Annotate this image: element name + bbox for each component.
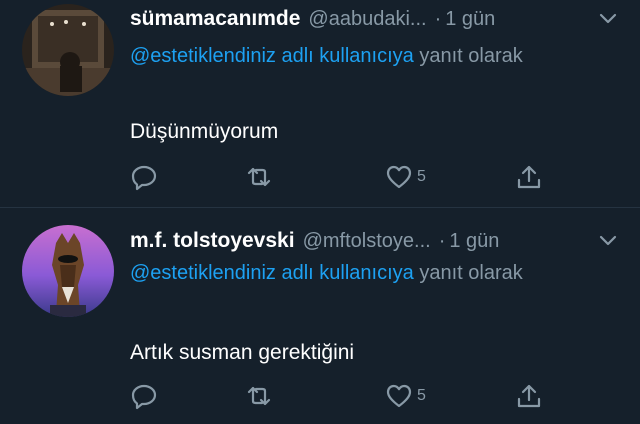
user-handle[interactable]: @aabudaki... [308, 8, 426, 31]
display-name[interactable]: m.f. tolstoyevski [130, 229, 295, 253]
tweet-text: Düşünmüyorum [130, 120, 279, 143]
reply-context: @estetiklendiniz adlı kullanıcıya yanıt … [130, 257, 610, 289]
retweet-button[interactable] [245, 381, 273, 411]
reply-mention-link[interactable]: @estetiklendiniz adlı kullanıcıya [130, 262, 414, 284]
tweet-actions: 5 [130, 381, 550, 411]
separator-dot: · [438, 229, 446, 252]
like-count: 5 [417, 168, 426, 185]
tweet-text: Artık susman gerektiğini [130, 341, 355, 364]
timestamp[interactable]: 1 gün [445, 8, 495, 31]
reply-context: @estetiklendiniz adlı kullanıcıya yanıt … [130, 40, 610, 72]
retweet-button[interactable] [245, 162, 273, 192]
separator-dot: · [434, 7, 442, 30]
share-button[interactable] [515, 381, 543, 411]
reply-suffix: yanıt olarak [413, 45, 523, 67]
share-button[interactable] [515, 162, 543, 192]
reply-icon [131, 384, 157, 410]
reply-icon [131, 165, 157, 191]
share-icon [517, 384, 541, 408]
tweet[interactable]: sümamacanımde @aabudaki... · 1 gün @este… [0, 0, 640, 208]
reply-mention-link[interactable]: @estetiklendiniz adlı kullanıcıya [130, 45, 414, 67]
retweet-icon [247, 167, 271, 187]
reply-suffix: yanıt olarak [413, 262, 523, 284]
like-button[interactable]: 5 [385, 381, 426, 411]
display-name[interactable]: sümamacanımde [130, 7, 300, 31]
like-icon [386, 384, 412, 408]
reply-button[interactable] [130, 162, 158, 192]
share-icon [517, 165, 541, 189]
like-count: 5 [417, 387, 426, 404]
like-icon [386, 165, 412, 189]
tweet[interactable]: m.f. tolstoyevski @mftolstoye... · 1 gün… [0, 209, 640, 424]
reply-button[interactable] [130, 381, 158, 411]
chevron-down-icon[interactable] [598, 234, 618, 248]
timestamp[interactable]: 1 gün [449, 230, 499, 253]
avatar[interactable] [22, 4, 114, 96]
like-button[interactable]: 5 [385, 162, 426, 192]
chevron-down-icon[interactable] [598, 12, 618, 26]
tweet-actions: 5 [130, 162, 550, 192]
user-handle[interactable]: @mftolstoye... [303, 230, 431, 253]
tweet-divider [0, 207, 640, 208]
retweet-icon [247, 386, 271, 406]
avatar[interactable] [22, 225, 114, 317]
